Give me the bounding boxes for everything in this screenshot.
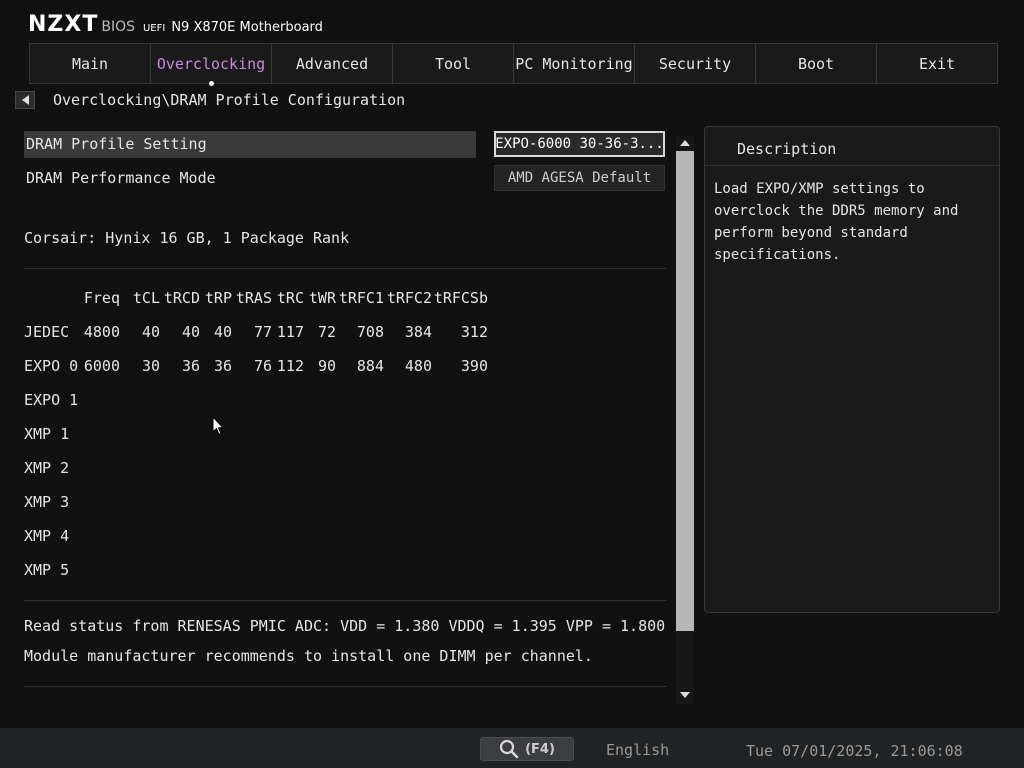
scroll-up-icon[interactable] xyxy=(680,140,690,146)
divider xyxy=(24,686,666,687)
datetime-display: Tue 07/01/2025, 21:06:08 xyxy=(746,742,963,760)
tab-advanced[interactable]: Advanced xyxy=(271,43,393,84)
timing-header: tRFC1 xyxy=(338,289,384,307)
memory-module-info: Corsair: Hynix 16 GB, 1 Package Rank xyxy=(24,229,350,247)
tab-exit[interactable]: Exit xyxy=(876,43,998,84)
tab-security[interactable]: Security xyxy=(634,43,756,84)
scrollbar-thumb[interactable] xyxy=(676,151,694,631)
timing-cell: 90 xyxy=(317,357,336,375)
timing-cell: 72 xyxy=(317,323,336,341)
timing-cell: 30 xyxy=(141,357,160,375)
timing-cell: 36 xyxy=(213,357,232,375)
uefi-label: UEFI xyxy=(142,23,166,34)
timing-cell: 112 xyxy=(276,357,304,375)
timing-cell: 480 xyxy=(404,357,432,375)
timing-header: tRFCSb xyxy=(433,289,488,307)
timing-cell: 36 xyxy=(181,357,200,375)
language-selector[interactable]: English xyxy=(606,741,669,759)
dram-performance-mode-label: DRAM Performance Mode xyxy=(26,169,216,187)
breadcrumb: Overclocking\DRAM Profile Configuration xyxy=(53,91,406,109)
timing-cell: 390 xyxy=(460,357,488,375)
timing-header: tRCD xyxy=(163,289,200,307)
timing-cell: 40 xyxy=(213,323,232,341)
timing-header: tWR xyxy=(308,289,336,307)
dram-profile-setting-value[interactable]: EXPO-6000 30-36-3... xyxy=(494,131,665,157)
divider xyxy=(24,268,666,269)
tab-tool[interactable]: Tool xyxy=(392,43,514,84)
timing-row-label: XMP 3 xyxy=(24,493,70,511)
search-shortcut-label: (F4) xyxy=(525,741,555,757)
timing-cell: 117 xyxy=(276,323,304,341)
timing-header: tRC xyxy=(276,289,304,307)
tab-pc-monitoring[interactable]: PC Monitoring xyxy=(513,43,635,84)
description-divider xyxy=(705,165,999,166)
timing-header: tRAS xyxy=(235,289,272,307)
timing-cell: 384 xyxy=(404,323,432,341)
dram-profile-setting-label: DRAM Profile Setting xyxy=(26,135,207,153)
search-button[interactable]: (F4) xyxy=(480,737,574,761)
mouse-cursor-icon xyxy=(212,416,224,436)
timing-cell: 40 xyxy=(181,323,200,341)
timing-row-label: XMP 5 xyxy=(24,561,70,579)
timing-header: tRFC2 xyxy=(386,289,432,307)
timing-row-label: EXPO 0 xyxy=(24,357,79,375)
divider xyxy=(24,600,666,601)
timing-cell: 76 xyxy=(253,357,272,375)
timing-header: tCL xyxy=(132,289,160,307)
search-icon xyxy=(499,739,519,759)
timing-header: Freq xyxy=(83,289,120,307)
description-title: Description xyxy=(737,140,837,158)
timing-row-label: EXPO 1 xyxy=(24,391,79,409)
timing-cell: 77 xyxy=(253,323,272,341)
dimm-recommendation-line: Module manufacturer recommends to instal… xyxy=(24,647,593,665)
timing-row-label: JEDEC xyxy=(24,323,70,341)
timing-row-label: XMP 4 xyxy=(24,527,70,545)
main-tab-bar: Main Overclocking Advanced Tool PC Monit… xyxy=(29,43,1005,86)
bios-label: BIOS xyxy=(101,19,135,35)
timing-row-label: XMP 1 xyxy=(24,425,70,443)
timing-cell: 312 xyxy=(460,323,488,341)
motherboard-model: N9 X870E Motherboard xyxy=(171,20,323,35)
back-arrow-icon xyxy=(21,95,29,105)
brand-logo: NZXT xyxy=(28,12,99,37)
tab-boot[interactable]: Boot xyxy=(755,43,877,84)
timing-header: tRP xyxy=(204,289,232,307)
timing-cell: 884 xyxy=(356,357,384,375)
dram-performance-mode-value[interactable]: AMD AGESA Default xyxy=(494,165,665,191)
tab-main[interactable]: Main xyxy=(29,43,151,84)
timing-cell: 40 xyxy=(141,323,160,341)
description-text: Load EXPO/XMP settings to overclock the … xyxy=(714,181,959,263)
timing-row-label: XMP 2 xyxy=(24,459,70,477)
pmic-status-line: Read status from RENESAS PMIC ADC: VDD =… xyxy=(24,617,666,635)
timing-cell: 708 xyxy=(356,323,384,341)
brand-header: NZXT BIOS UEFI N9 X870E Motherboard xyxy=(28,12,323,42)
scroll-down-icon[interactable] xyxy=(680,692,690,698)
tab-overclocking[interactable]: Overclocking xyxy=(150,43,272,86)
timing-cell: 4800 xyxy=(83,323,120,341)
timing-cell: 6000 xyxy=(83,357,120,375)
back-button[interactable] xyxy=(15,91,35,109)
